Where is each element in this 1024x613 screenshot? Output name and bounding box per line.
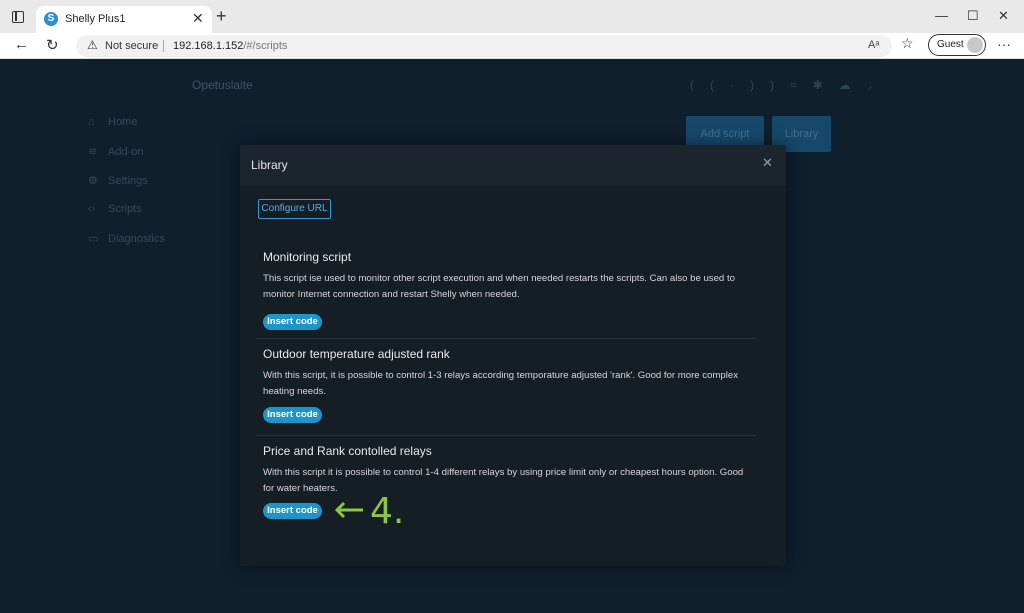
modal-header: Library ✕ [240, 145, 786, 185]
address-separator [163, 40, 164, 52]
address-bar[interactable]: ⚠ Not secure 192.168.1.152/#/scripts Aᵃ [76, 35, 892, 57]
sidebar-item-addon[interactable]: ≋ Add-on [88, 145, 143, 158]
script-description: With this script it is possible to contr… [263, 467, 744, 494]
warning-icon[interactable]: ⚠ [87, 38, 98, 52]
shelly-favicon-icon: S [44, 12, 58, 26]
configure-url-button[interactable]: Configure URL [258, 199, 331, 219]
reload-icon[interactable]: ↻ [46, 36, 59, 54]
read-aloud-icon[interactable]: Aᵃ [868, 39, 879, 51]
sidebar-item-home[interactable]: ⌂ Home [88, 116, 137, 128]
browser-tab[interactable]: S Shelly Plus1 ✕ [36, 6, 212, 33]
url-text[interactable]: 192.168.1.152/#/scripts [173, 40, 287, 52]
library-modal: Library ✕ Configure URL Monitoring scrip… [240, 145, 786, 566]
profile-label: Guest [937, 39, 964, 50]
divider [256, 435, 756, 436]
sidebar-item-label: Settings [108, 175, 148, 187]
tab-title: Shelly Plus1 [65, 13, 126, 25]
new-tab-icon[interactable]: + [216, 6, 227, 27]
sidebar-item-label: Diagnostics [108, 233, 165, 245]
tab-close-icon[interactable]: ✕ [192, 10, 204, 27]
script-title: Price and Rank contolled relays [263, 444, 432, 458]
favorites-icon[interactable]: ☆ [901, 35, 914, 52]
home-icon: ⌂ [88, 116, 95, 128]
status-icons: ((·))≈✱☁◞ [690, 78, 888, 92]
layers-icon: ≋ [88, 146, 98, 158]
not-secure-label[interactable]: Not secure [105, 40, 158, 52]
insert-code-button[interactable]: Insert code [263, 503, 322, 519]
avatar [967, 37, 983, 53]
sidebar-item-label: Scripts [108, 203, 142, 215]
sidebar-item-label: Home [108, 116, 138, 128]
step-annotation: 4. [333, 494, 413, 530]
minimize-icon[interactable]: — [935, 8, 948, 23]
script-description: This script ise used to monitor other sc… [263, 273, 735, 300]
device-name: Opetuslaite [192, 78, 253, 92]
script-description: With this script, it is possible to cont… [263, 370, 739, 397]
monitor-icon: ▭ [88, 233, 99, 245]
insert-code-button[interactable]: Insert code [263, 407, 322, 423]
url-path: /#/scripts [243, 40, 288, 52]
modal-title: Library [251, 158, 288, 172]
browser-toolbar: ← ↻ ⚠ Not secure 192.168.1.152/#/scripts… [0, 33, 1024, 59]
sidebar-item-scripts[interactable]: ‹› Scripts [88, 203, 142, 215]
more-options-icon[interactable]: ··· [997, 36, 1011, 52]
sidebar-item-settings[interactable]: ⚙ Settings [88, 174, 148, 187]
profile-button[interactable]: Guest [928, 34, 986, 56]
gear-icon: ⚙ [88, 175, 98, 187]
insert-code-button[interactable]: Insert code [263, 314, 322, 330]
window-close-icon[interactable]: ✕ [998, 8, 1009, 24]
divider [256, 338, 756, 339]
script-title: Outdoor temperature adjusted rank [263, 347, 450, 361]
url-host: 192.168.1.152 [173, 40, 244, 52]
close-icon[interactable]: ✕ [762, 155, 773, 171]
browser-tab-bar: S Shelly Plus1 ✕ + — ☐ ✕ [0, 0, 1024, 33]
code-icon: ‹› [88, 203, 96, 215]
tab-actions-icon[interactable] [12, 11, 24, 23]
back-arrow-icon[interactable]: ← [14, 36, 29, 53]
sidebar-item-diagnostics[interactable]: ▭ Diagnostics [88, 232, 165, 245]
annotation-arrow-icon [334, 501, 363, 519]
sidebar-item-label: Add-on [108, 146, 144, 158]
script-title: Monitoring script [263, 250, 352, 264]
maximize-icon[interactable]: ☐ [967, 8, 979, 24]
annotation-label: 4. [370, 491, 405, 532]
